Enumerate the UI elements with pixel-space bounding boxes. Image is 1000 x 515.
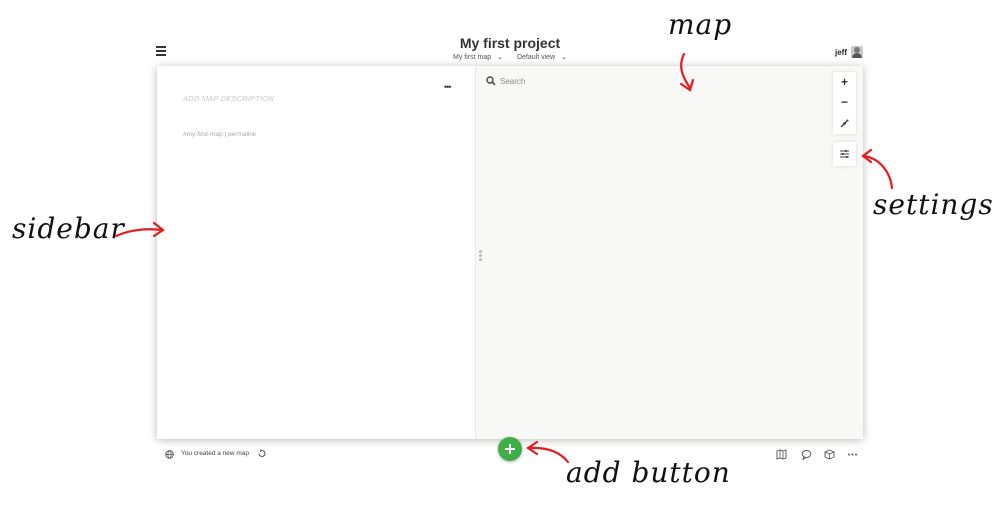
zoom-out-button[interactable]: − xyxy=(833,92,856,112)
avatar[interactable] xyxy=(851,46,863,58)
search-icon xyxy=(486,76,496,86)
project-title: My first project xyxy=(459,35,561,51)
user-name[interactable]: jeff xyxy=(835,48,847,57)
arrow-to-settings xyxy=(862,154,894,190)
sidebar-panel: ADD MAP DESCRIPTION ••• #my-first-map | … xyxy=(157,66,475,439)
app-frame: ADD MAP DESCRIPTION ••• #my-first-map | … xyxy=(157,66,863,439)
chevron-down-icon: ⌄ xyxy=(561,54,567,61)
drag-handle-icon[interactable] xyxy=(479,250,482,261)
comment-icon[interactable] xyxy=(801,449,812,460)
globe-icon[interactable] xyxy=(165,450,174,459)
annotation-sidebar-label: sidebar xyxy=(12,212,125,245)
hamburger-menu-icon[interactable] xyxy=(156,46,166,56)
map-selector-label: My first map xyxy=(453,54,492,61)
search-input[interactable] xyxy=(500,74,700,88)
activity-status: You created a new map xyxy=(181,450,250,457)
map-icon[interactable] xyxy=(776,449,787,460)
settings-button[interactable] xyxy=(833,142,856,166)
location-icon[interactable] xyxy=(839,118,850,129)
add-button[interactable] xyxy=(498,437,522,461)
arrow-head-add-button xyxy=(526,440,539,456)
zoom-in-button[interactable]: + xyxy=(833,72,856,92)
zoom-controls: + − xyxy=(833,72,856,134)
annotation-add-button-label: add button xyxy=(566,456,731,489)
map-panel[interactable] xyxy=(476,66,863,439)
map-permalink-line: #my-first-map | permalink xyxy=(183,131,256,138)
view-selector[interactable]: Default view ⌄ xyxy=(514,54,570,61)
arrow-to-add-button xyxy=(527,446,570,464)
arrow-head-settings xyxy=(861,148,873,164)
cube-icon[interactable] xyxy=(824,449,835,460)
settings-sliders-icon xyxy=(840,150,849,158)
more-icon[interactable]: ••• xyxy=(444,82,452,92)
chevron-down-icon: ⌄ xyxy=(497,54,504,61)
separator: | xyxy=(224,131,227,138)
map-description-placeholder[interactable]: ADD MAP DESCRIPTION xyxy=(183,94,274,103)
annotation-settings-label: settings xyxy=(873,188,994,221)
map-view-selectors: My first map ⌄ Default view ⌄ xyxy=(400,53,620,61)
undo-icon[interactable] xyxy=(257,449,266,458)
annotation-map-label: map xyxy=(668,8,733,41)
map-hashtag: #my-first-map xyxy=(183,131,223,138)
view-selector-label: Default view xyxy=(516,54,556,61)
permalink-link[interactable]: permalink xyxy=(228,131,256,138)
more-icon[interactable] xyxy=(847,449,858,460)
map-selector[interactable]: My first map ⌄ xyxy=(450,54,506,61)
